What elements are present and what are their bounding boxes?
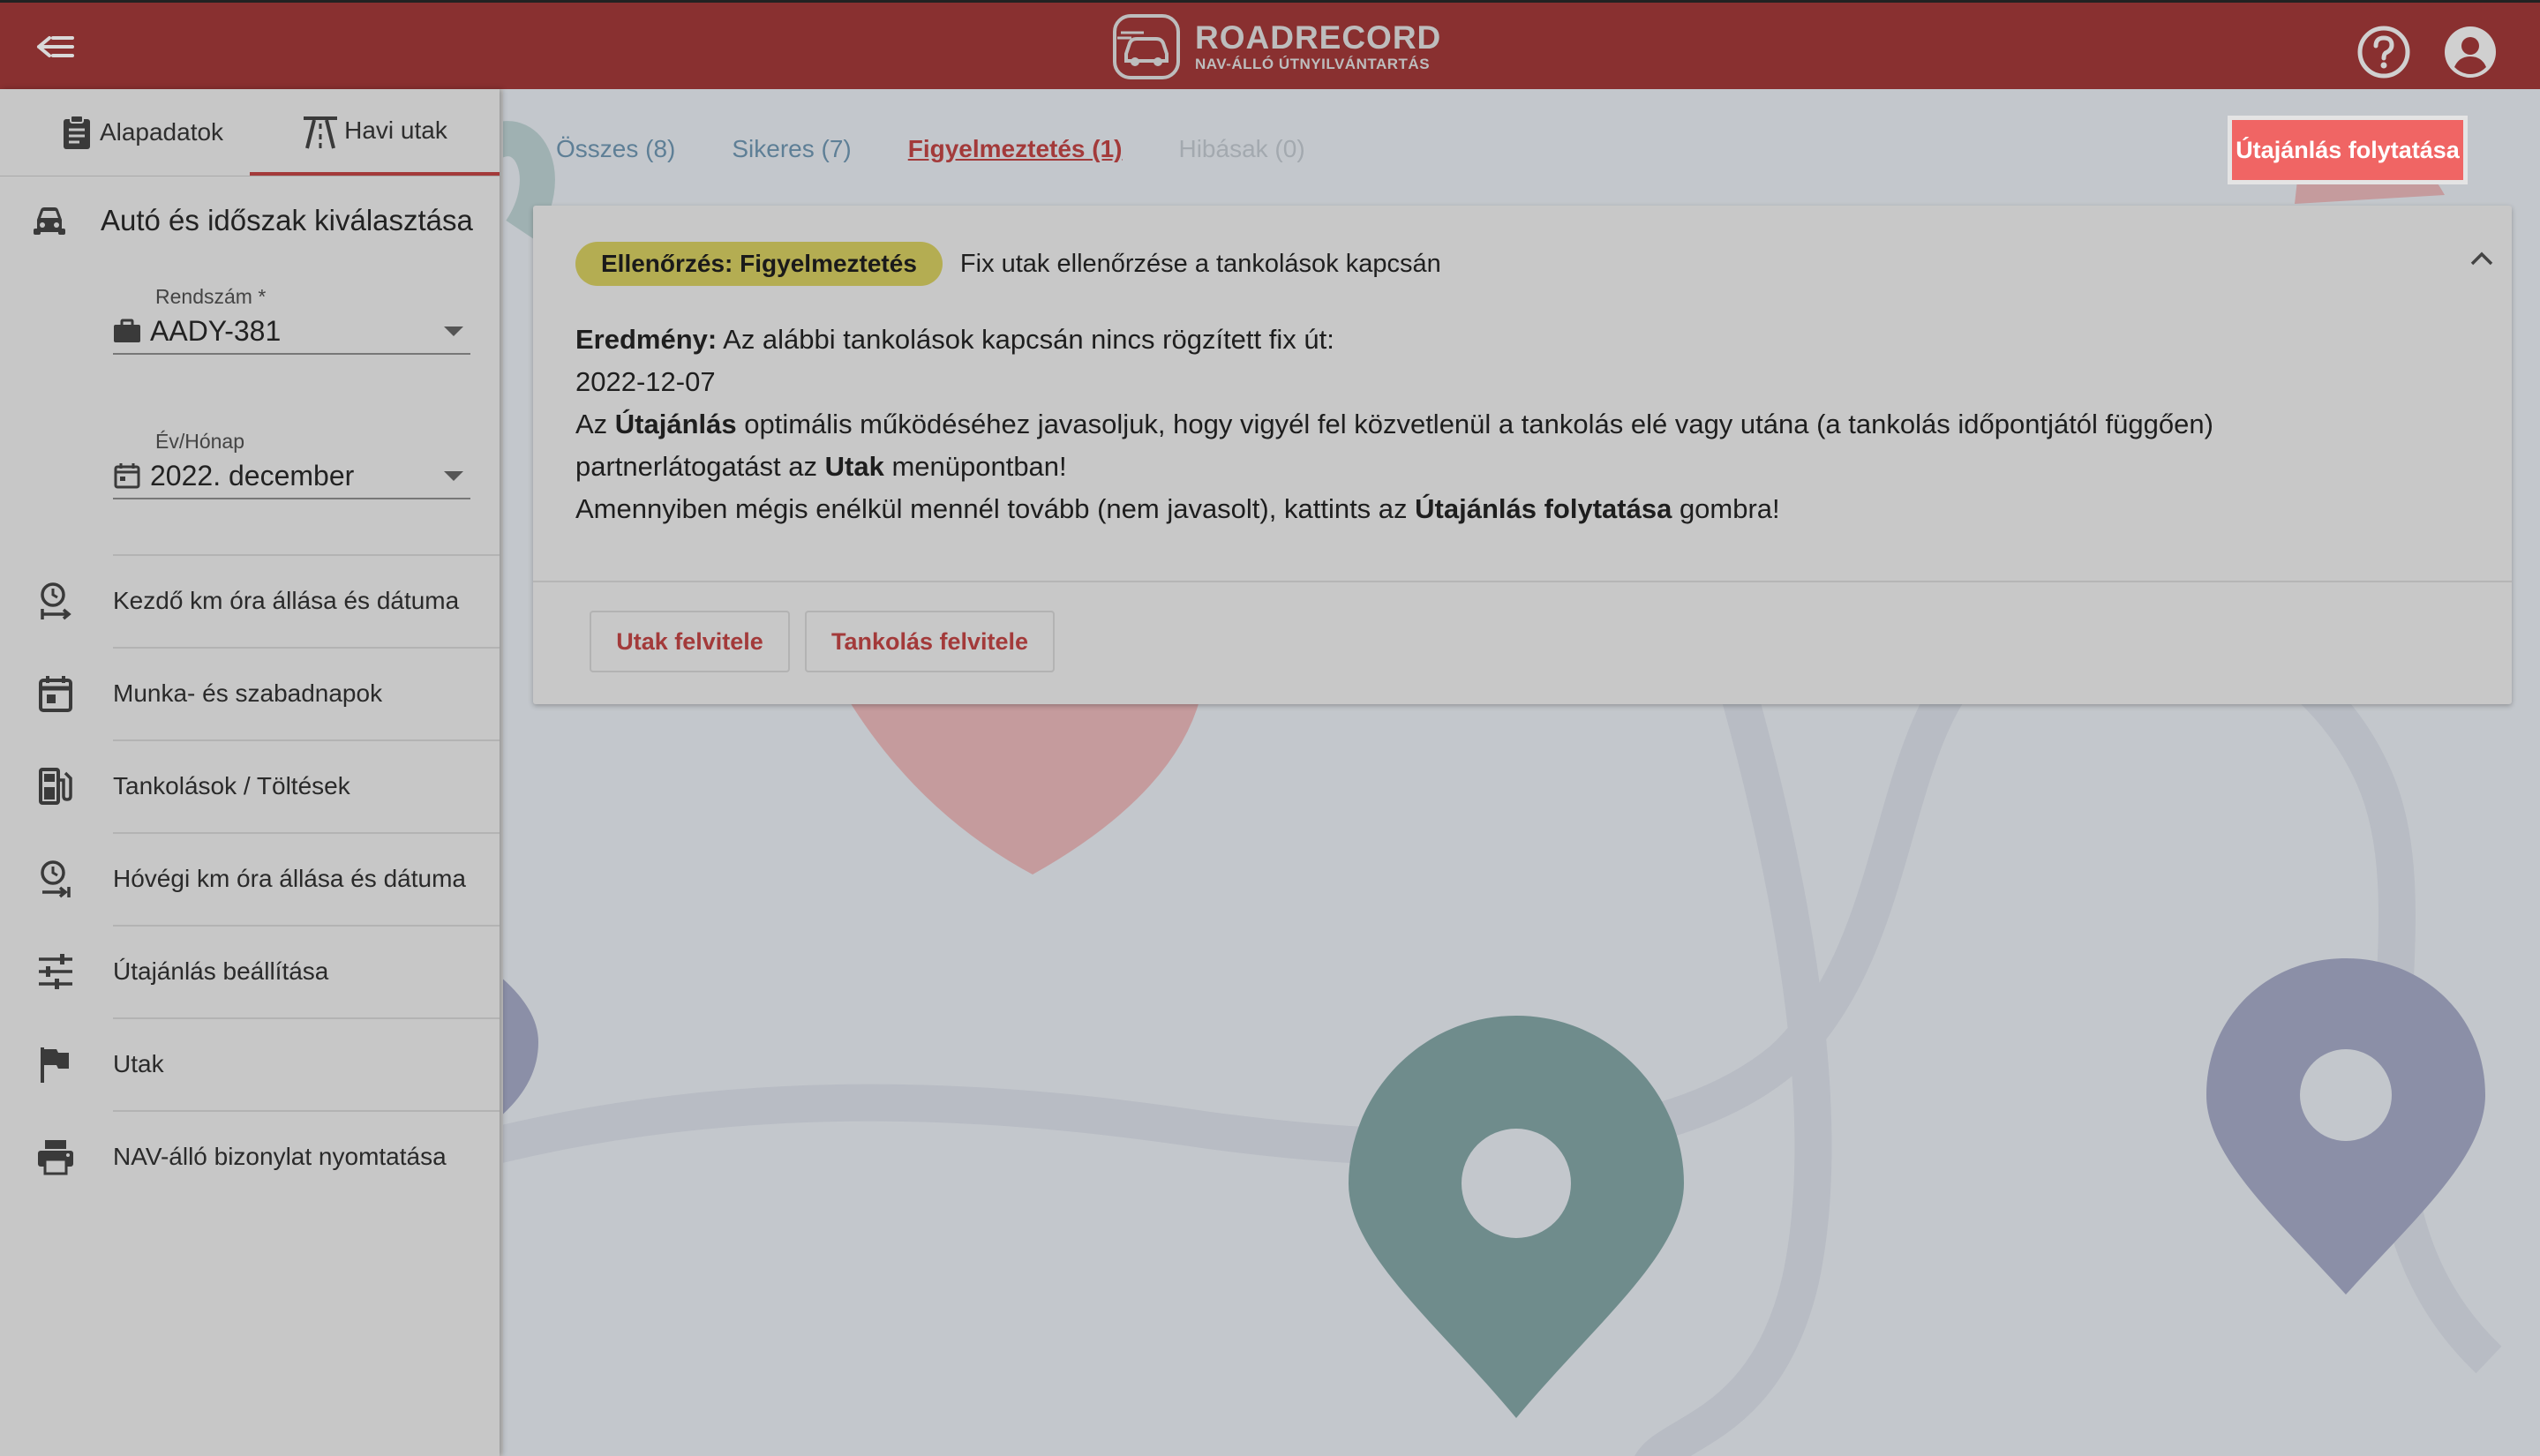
car-icon: [34, 207, 65, 235]
text-bold: Útajánlás folytatása: [1415, 493, 1672, 524]
clock-end-icon: [35, 859, 76, 899]
result-date: 2022-12-07: [575, 366, 716, 397]
card-body: Eredmény: Az alábbi tankolások kapcsán n…: [575, 319, 2482, 530]
menu-item-workdays[interactable]: Munka- és szabadnapok: [0, 648, 500, 739]
chevron-down-icon: [444, 326, 463, 336]
result-filter-tabs: Összes (8) Sikeres (7) Figyelmeztetés (1…: [556, 135, 1362, 163]
calendar-small-icon: [114, 463, 140, 489]
result-text: Az alábbi tankolások kapcsán nincs rögzí…: [717, 324, 1334, 355]
continue-hint-line: Amennyiben mégis enélkül mennél tovább (…: [575, 488, 2482, 530]
account-circle-icon[interactable]: [2443, 25, 2498, 79]
sidebar-tabs: Alapadatok Havi utak: [0, 89, 500, 176]
sliders-icon: [35, 951, 76, 992]
printer-icon: [35, 1137, 76, 1177]
text-part: menüpontban!: [883, 451, 1067, 482]
main-area: Összes (8) Sikeres (7) Figyelmeztetés (1…: [503, 89, 2540, 1456]
menu-item-end-odometer[interactable]: Hóvégi km óra állása és dátuma: [0, 833, 500, 925]
clock-start-icon: [35, 581, 76, 621]
filter-errors[interactable]: Hibásak (0): [1178, 135, 1304, 163]
check-result-card: Ellenőrzés: Figyelmeztetés Fix utak elle…: [533, 206, 2512, 704]
menu-item-label: Hóvégi km óra állása és dátuma: [113, 865, 466, 892]
text-bold: Utak: [824, 451, 884, 482]
text-part: partnerlátogatást az: [575, 451, 825, 482]
filter-success[interactable]: Sikeres (7): [732, 135, 851, 163]
tab-basic-data[interactable]: Alapadatok: [35, 89, 247, 176]
result-label: Eredmény:: [575, 324, 718, 355]
menu-item-print-document[interactable]: NAV-álló bizonylat nyomtatása: [0, 1111, 500, 1203]
period-label: Év/Hónap: [155, 430, 245, 453]
period-value: 2022. december: [150, 459, 355, 492]
card-title: Fix utak ellenőrzése a tankolások kapcsá…: [959, 249, 1441, 278]
chevron-up-icon[interactable]: [2469, 250, 2495, 267]
menu-item-label: Útajánlás beállítása: [113, 957, 329, 985]
menu-item-label: Munka- és szabadnapok: [113, 679, 383, 707]
continue-button-wrapper: Útajánlás folytatása: [2228, 116, 2468, 184]
menu-item-label: Utak: [113, 1050, 164, 1077]
text-part: Az: [575, 409, 615, 439]
recommendation-line-2: partnerlátogatást az Utak menüpontban!: [575, 446, 2482, 488]
filter-warning[interactable]: Figyelmeztetés (1): [908, 135, 1123, 163]
plate-label: Rendszám *: [155, 285, 267, 308]
menu-item-route-settings[interactable]: Útajánlás beállítása: [0, 926, 500, 1017]
fuel-pump-icon: [35, 766, 76, 807]
briefcase-icon: [114, 319, 140, 342]
text-bold: Útajánlás: [614, 409, 737, 439]
period-select[interactable]: Év/Hónap 2022. december: [113, 430, 470, 499]
add-fueling-button[interactable]: Tankolás felvitele: [805, 611, 1055, 672]
section-title: Autó és időszak kiválasztása: [101, 204, 473, 236]
logo-subtitle: NAV-ÁLLÓ ÚTNYILVÁNTARTÁS: [1195, 56, 1431, 72]
divider: [533, 581, 2512, 582]
chevron-down-icon: [444, 470, 463, 481]
tab-monthly-trips-label: Havi utak: [344, 116, 447, 144]
text-part: Amennyiben mégis enélkül mennél tovább (…: [575, 493, 1416, 524]
plate-value: AADY-381: [150, 314, 282, 347]
app-header: ROADRECORD NAV-ÁLLÓ ÚTNYILVÁNTARTÁS: [0, 0, 2540, 89]
add-trips-button[interactable]: Utak felvitele: [590, 611, 790, 672]
text-part: gombra!: [1672, 493, 1780, 524]
road-icon: [304, 116, 338, 149]
clipboard-icon: [63, 115, 90, 149]
help-circle-icon[interactable]: [2356, 25, 2411, 79]
menu-item-start-odometer[interactable]: Kezdő km óra állása és dátuma: [0, 555, 500, 647]
filter-all[interactable]: Összes (8): [556, 135, 675, 163]
tab-monthly-trips[interactable]: Havi utak: [250, 89, 500, 176]
menu-item-label: NAV-álló bizonylat nyomtatása: [113, 1143, 447, 1170]
calendar-icon: [35, 673, 76, 714]
flag-icon: [35, 1044, 76, 1084]
card-header: Ellenőrzés: Figyelmeztetés Fix utak elle…: [575, 242, 1441, 286]
tab-basic-data-label: Alapadatok: [99, 118, 224, 146]
menu-item-label: Kezdő km óra állása és dátuma: [113, 587, 460, 614]
text-part: optimális működéséhez javasoljuk, hogy v…: [736, 409, 2213, 439]
result-line: Eredmény: Az alábbi tankolások kapcsán n…: [575, 319, 2482, 361]
menu-item-fuelings[interactable]: Tankolások / Töltések: [0, 740, 500, 832]
car-logo-icon: [1113, 14, 1180, 79]
continue-route-button[interactable]: Útajánlás folytatása: [2232, 120, 2463, 180]
warning-badge: Ellenőrzés: Figyelmeztetés: [575, 242, 943, 286]
section-header: Autó és időszak kiválasztása: [32, 204, 473, 237]
menu-item-label: Tankolások / Töltések: [113, 772, 350, 799]
sidebar: Alapadatok Havi utak Autó és időszak kiv…: [0, 89, 500, 1456]
logo-title: ROADRECORD: [1195, 19, 1442, 56]
menu-item-trips[interactable]: Utak: [0, 1018, 500, 1110]
recommendation-line: Az Útajánlás optimális működéséhez javas…: [575, 403, 2482, 446]
logo: ROADRECORD NAV-ÁLLÓ ÚTNYILVÁNTARTÁS: [1112, 13, 1441, 80]
back-arrow-icon[interactable]: [35, 27, 85, 66]
plate-select[interactable]: Rendszám * AADY-381: [113, 285, 470, 355]
